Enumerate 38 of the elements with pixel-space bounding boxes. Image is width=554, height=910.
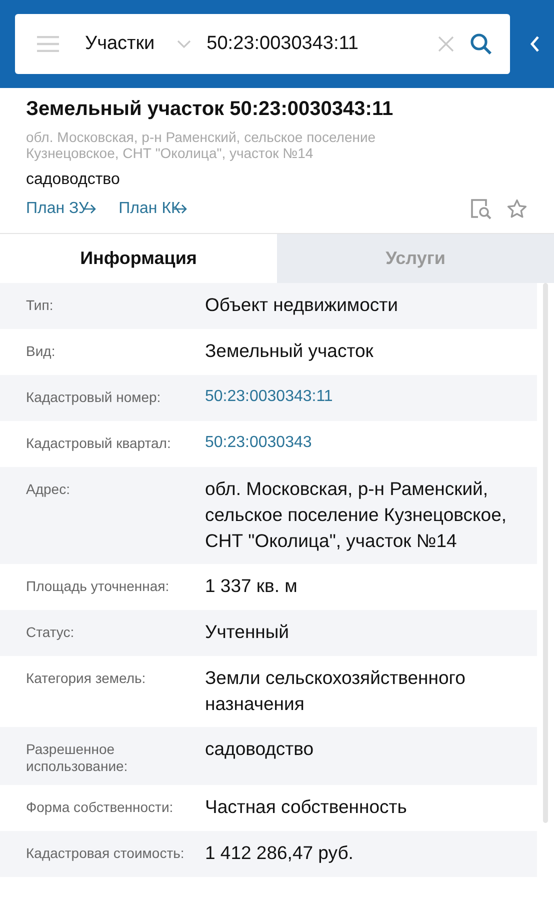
star-icon[interactable]: [506, 198, 528, 220]
field-value: Учтенный: [205, 620, 290, 644]
field-label: Кадастровый квартал:: [26, 434, 172, 453]
plan-link[interactable]: План ЗУ: [26, 200, 97, 218]
object-usage: садоводство: [26, 171, 121, 189]
scrollbar[interactable]: [543, 283, 548, 823]
field-label: Кадастровый номер:: [26, 388, 162, 407]
category-dropdown[interactable]: Участки: [85, 33, 155, 55]
field-value: 1 337 кв. м: [205, 574, 298, 598]
field-value: Объект недвижимости: [205, 293, 398, 317]
field-label: Адрес:: [26, 480, 71, 499]
field-value: Земельный участок: [205, 339, 374, 363]
search-query[interactable]: 50:23:0030343:11: [206, 33, 438, 55]
field-label: Статус:: [26, 623, 76, 642]
field-label: Форма собственности:: [26, 798, 174, 817]
field-label: Категория земель:: [26, 669, 147, 688]
field-value: обл. Московская, р-н Раменский, сельское поселение Кузнецовское, СНТ "Околица", участок №14: [205, 477, 508, 553]
search-field[interactable]: Участки 50:23:0030343:11: [15, 14, 510, 74]
plan-link[interactable]: План КК: [118, 200, 188, 218]
object-address: обл. Московская, р-н Раменский, сельское поселение Кузнецовское, СНТ "Околица", участок №14: [26, 129, 377, 161]
chevron-down-icon[interactable]: [176, 40, 191, 48]
field-value: Частная собственность: [205, 795, 407, 819]
field-value: Земли сельскохозяйственного назначения: [205, 666, 466, 716]
field-label: Кадастровая стоимость:: [26, 844, 186, 863]
object-title: Земельный участок 50:23:0030343:11: [26, 98, 394, 121]
close-icon[interactable]: [438, 36, 454, 52]
field-label: Разрешенное использование:: [26, 740, 129, 775]
field-link[interactable]: 50:23:0030343:11: [205, 384, 333, 411]
field-label: Вид:: [26, 342, 56, 361]
chevron-left-icon[interactable]: [530, 35, 540, 53]
field-value: 1 412 286,47 руб.: [205, 841, 354, 865]
field-value: садоводство: [205, 737, 314, 761]
field-link[interactable]: 50:23:0030343: [205, 430, 312, 457]
field-label: Площадь уточненная:: [26, 577, 170, 596]
field-label: Тип:: [26, 296, 54, 315]
menu-icon[interactable]: [37, 36, 59, 52]
search-icon[interactable]: [470, 33, 492, 55]
map-search-icon[interactable]: [470, 198, 492, 220]
